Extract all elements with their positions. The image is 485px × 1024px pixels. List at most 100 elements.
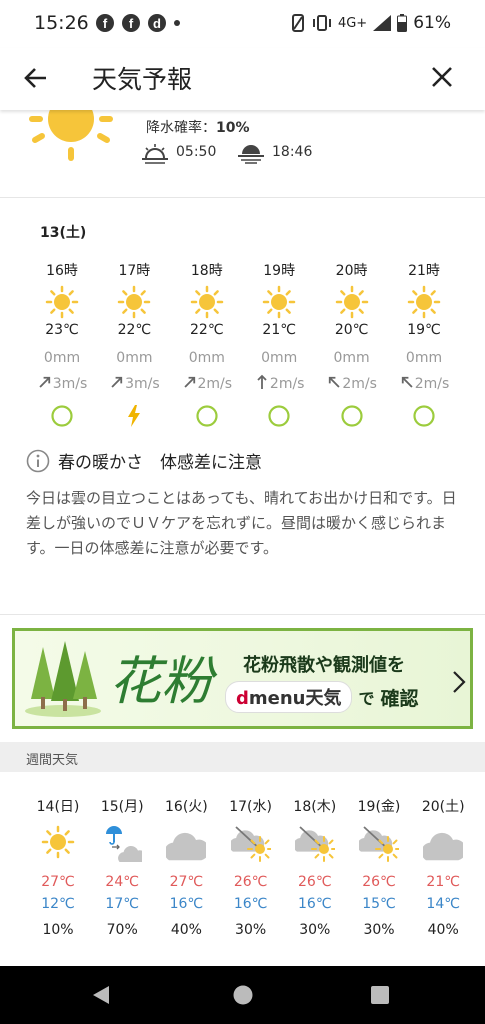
navigation-bar xyxy=(0,966,485,1024)
sun-icon xyxy=(45,285,79,319)
weekly-day: 18(木) 26℃ 16℃ 30% xyxy=(285,796,345,938)
facebook-icon: f xyxy=(96,14,114,32)
lightning-icon xyxy=(128,405,141,427)
index-indicator xyxy=(104,404,164,430)
hour-precip: 0mm xyxy=(261,350,298,366)
weekly-day: 20(土) 21℃ 14℃ 40% xyxy=(413,796,473,938)
hour-wind-speed: 2m/s xyxy=(269,376,305,392)
hour-wind-speed: 3m/s xyxy=(52,376,88,392)
hourly-date: 13(土) xyxy=(40,225,87,241)
weekly-low: 16℃ xyxy=(298,896,332,912)
app-bar: 天気予報 xyxy=(0,48,485,110)
index-indicator xyxy=(32,404,92,430)
system-icons: 4G+ 61% xyxy=(290,13,451,33)
precip-value: 10% xyxy=(216,120,250,136)
pollen-banner[interactable]: 花粉 花粉飛散や観測値を dmenu天気 で 確認 xyxy=(12,628,473,729)
today-summary: 降水確率：10% 05:50 18:46 xyxy=(0,110,485,198)
notification-icons: f f d xyxy=(96,14,180,32)
cloud-sun-icon xyxy=(230,826,271,862)
close-icon[interactable] xyxy=(429,64,455,90)
circle-icon xyxy=(196,405,218,427)
nav-back-icon[interactable] xyxy=(90,984,112,1006)
weekly-day-label: 17(水) xyxy=(229,799,272,815)
page-title: 天気予報 xyxy=(92,65,193,94)
hour-wind: 2m/s xyxy=(177,374,237,404)
hour-time: 17時 xyxy=(118,263,151,279)
weekly-low: 16℃ xyxy=(169,896,204,912)
index-indicator xyxy=(249,404,309,430)
nav-recents-icon[interactable] xyxy=(370,985,390,1005)
hour-wind: 2m/s xyxy=(249,374,309,404)
trees-illustration xyxy=(25,641,101,717)
dmenu-logo-d: d xyxy=(236,688,249,709)
wind-arrow-northeast-icon xyxy=(111,376,123,388)
wind-arrow-northeast-icon xyxy=(183,376,195,388)
weekly-label: 週間天気 xyxy=(26,753,79,768)
banner-line1: 花粉飛散や観測値を xyxy=(243,655,405,676)
divider xyxy=(0,614,485,615)
hour-precip: 0mm xyxy=(405,350,443,366)
screen-rotate-icon xyxy=(291,14,304,32)
sunrise-time: 05:50 xyxy=(176,144,217,160)
hour-wind-speed: 2m/s xyxy=(342,376,377,392)
weekly-high: 26℃ xyxy=(362,874,396,890)
weekly-precip: 10% xyxy=(42,922,74,938)
weekly-low: 15℃ xyxy=(362,896,396,912)
weekly-header: 週間天気 xyxy=(0,742,485,772)
weekly-day: 15(月) 24℃ 17℃ 70% xyxy=(92,796,152,938)
banner-kakunin: 確認 xyxy=(380,687,419,710)
more-notifications-dot xyxy=(174,20,180,26)
weekly-high: 21℃ xyxy=(426,874,460,890)
sun-icon xyxy=(262,285,296,319)
advice-title: 春の暖かさ 体感差に注意 xyxy=(58,453,262,473)
dmenu-logo-menu: menu xyxy=(248,688,306,709)
umbrella-then-cloud-icon xyxy=(106,826,143,862)
circle-icon xyxy=(268,405,290,427)
advice-section: 春の暖かさ 体感差に注意 今日は雲の目立つことはあっても、晴れてお出かけ日和です… xyxy=(0,440,485,614)
wind-arrow-north-icon xyxy=(257,374,267,389)
hour-precip: 0mm xyxy=(43,350,81,366)
battery-icon xyxy=(397,14,408,32)
dmenu-logo-tenki: 天気 xyxy=(305,688,342,709)
weekly-high: 27℃ xyxy=(41,874,75,890)
weekly-day: 17(水) 26℃ 16℃ 30% xyxy=(221,796,281,938)
hourly-item: 19時 21℃ 0mm 2m/s xyxy=(249,260,309,430)
hour-wind: 2m/s xyxy=(394,374,454,404)
hour-temp: 22℃ xyxy=(190,322,224,338)
weekly-forecast: 14(日) 27℃ 12℃ 10% 15(月) 24℃ 17℃ 70% 16(火) 27℃ 16℃ 4… xyxy=(0,772,485,966)
sun-icon xyxy=(190,285,224,319)
weekly-day-label: 19(金) xyxy=(357,799,401,815)
sun-icon xyxy=(118,285,151,319)
status-time: 15:26 xyxy=(34,12,89,34)
back-arrow-icon[interactable] xyxy=(22,64,50,92)
weekly-day-label: 15(月) xyxy=(100,799,144,815)
hourly-item: 21時 19℃ 0mm 2m/s xyxy=(394,260,454,430)
weekly-high: 24℃ xyxy=(105,874,139,890)
index-indicator xyxy=(322,404,382,430)
chevron-right-icon[interactable] xyxy=(451,669,467,695)
weekly-high: 27℃ xyxy=(169,874,204,890)
sun-icon xyxy=(335,285,368,319)
hourly-item: 16時 23℃ 0mm 3m/s xyxy=(32,260,92,430)
hour-wind-speed: 2m/s xyxy=(197,376,233,392)
weekly-day-label: 18(木) xyxy=(293,799,337,815)
hour-wind-speed: 3m/s xyxy=(125,376,160,392)
hourly-item: 20時 20℃ 0mm 2m/s xyxy=(322,260,382,430)
hourly-forecast[interactable]: 13(土) 16時 23℃ 0mm 3m/s 17時 22℃ 0mm 3m/s 18時 22℃ 0m… xyxy=(0,198,485,430)
weekly-low: 17℃ xyxy=(105,896,139,912)
weekly-precip: 40% xyxy=(170,922,202,938)
sunrise-icon xyxy=(142,144,168,164)
battery-percent: 61% xyxy=(413,13,451,33)
hourly-item: 17時 22℃ 0mm 3m/s xyxy=(104,260,164,430)
hour-precip: 0mm xyxy=(333,350,370,366)
weekly-high: 26℃ xyxy=(233,874,268,890)
hour-wind: 3m/s xyxy=(32,374,92,404)
circle-icon xyxy=(51,405,73,427)
nav-home-icon[interactable] xyxy=(232,984,254,1006)
hour-wind-speed: 2m/s xyxy=(414,376,450,392)
hour-time: 20時 xyxy=(335,263,368,279)
hour-temp: 23℃ xyxy=(45,322,79,338)
signal-icon xyxy=(373,15,392,31)
circle-icon xyxy=(413,405,435,427)
banner-de: で xyxy=(358,689,375,708)
